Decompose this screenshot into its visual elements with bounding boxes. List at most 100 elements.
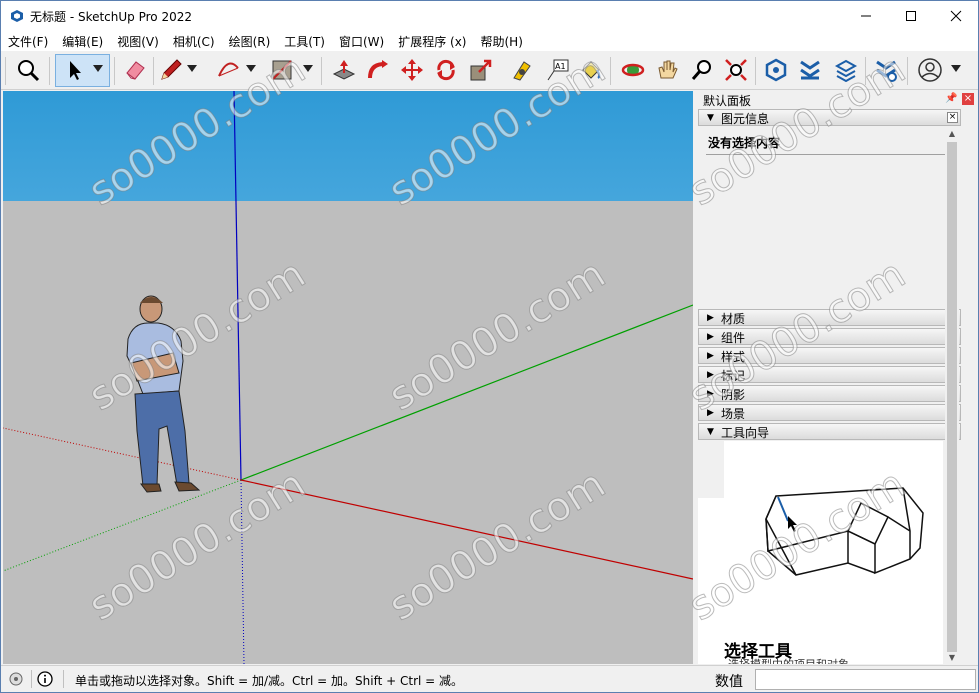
menu-extensions[interactable]: 扩展程序 (x) bbox=[391, 31, 473, 51]
orbit-button[interactable] bbox=[618, 54, 648, 86]
rotate-button[interactable] bbox=[431, 54, 461, 86]
account-button[interactable] bbox=[915, 54, 945, 86]
tray-title: 默认面板 bbox=[703, 94, 752, 108]
sketchup-window: 无标题 - SketchUp Pro 2022 文件(F) 编辑(E) 视图(V… bbox=[0, 0, 979, 693]
rectangle-icon bbox=[272, 60, 292, 80]
move-button[interactable] bbox=[397, 54, 427, 86]
scroll-thumb[interactable] bbox=[947, 142, 957, 652]
follow-me-icon bbox=[368, 60, 388, 79]
tape-measure-button[interactable] bbox=[507, 54, 537, 86]
menu-bar: 文件(F) 编辑(E) 视图(V) 相机(C) 绘图(R) 工具(T) 窗口(W… bbox=[1, 31, 978, 51]
rectangle-button[interactable] bbox=[267, 54, 297, 86]
menu-window[interactable]: 窗口(W) bbox=[332, 31, 391, 51]
select-icon bbox=[70, 61, 81, 80]
scroll-down-icon[interactable]: ▼ bbox=[947, 653, 957, 663]
red-axis bbox=[240, 479, 693, 580]
menu-edit[interactable]: 编辑(E) bbox=[55, 31, 110, 51]
tray-styles[interactable]: ▶ 样式 × bbox=[698, 347, 961, 364]
drawing-viewport[interactable] bbox=[3, 91, 693, 664]
rectangle-dropdown-icon[interactable] bbox=[303, 65, 313, 72]
text-button[interactable]: A1 bbox=[542, 54, 572, 86]
menu-file[interactable]: 文件(F) bbox=[1, 31, 55, 51]
warehouse-button[interactable] bbox=[761, 54, 791, 86]
green-axis-negative bbox=[3, 479, 242, 572]
text-icon: A1 bbox=[547, 59, 569, 81]
tray-instructor[interactable]: ▼ 工具向导 × bbox=[698, 423, 961, 440]
menu-camera[interactable]: 相机(C) bbox=[166, 31, 222, 51]
eraser-button[interactable] bbox=[120, 54, 150, 86]
tray-scenes[interactable]: ▶ 场景 × bbox=[698, 404, 961, 421]
paint-bucket-button[interactable] bbox=[576, 54, 606, 86]
eraser-icon bbox=[126, 61, 145, 80]
extension-manager-button[interactable] bbox=[871, 54, 901, 86]
tray-close-button[interactable]: × bbox=[962, 93, 974, 105]
tray-tags[interactable]: ▶ 标记 × bbox=[698, 366, 961, 383]
pin-icon[interactable]: 📌 bbox=[945, 93, 957, 105]
arc-dropdown-icon[interactable] bbox=[246, 65, 256, 72]
tray-materials[interactable]: ▶ 材质 × bbox=[698, 309, 961, 326]
default-tray: 默认面板 📌 × ▼ 图元信息 × 没有选择内容 ▶ 材质 × ▶ 组件 × ▶… bbox=[696, 91, 978, 664]
divider bbox=[706, 154, 956, 155]
pan-button[interactable] bbox=[652, 54, 682, 86]
info-icon[interactable] bbox=[37, 671, 53, 687]
tray-header: 默认面板 📌 × bbox=[696, 91, 978, 109]
text-tool-glyph: A1 bbox=[555, 62, 566, 71]
select-dropdown-icon[interactable] bbox=[93, 65, 103, 72]
maximize-button[interactable] bbox=[888, 1, 933, 31]
follow-me-button[interactable] bbox=[363, 54, 393, 86]
move-icon bbox=[401, 59, 423, 81]
zoom-button[interactable] bbox=[13, 54, 43, 86]
zoom-window-icon bbox=[691, 60, 711, 80]
blue-axis-negative bbox=[240, 479, 245, 664]
expand-triangle-icon: ▶ bbox=[707, 408, 714, 418]
menu-view[interactable]: 视图(V) bbox=[110, 31, 166, 51]
layout-icon bbox=[834, 59, 858, 82]
axes-and-model bbox=[3, 91, 693, 664]
tray-shadows[interactable]: ▶ 阴影 × bbox=[698, 385, 961, 402]
extension-warehouse-icon bbox=[800, 60, 820, 80]
rotate-icon bbox=[437, 59, 455, 81]
account-dropdown-icon[interactable] bbox=[951, 65, 961, 72]
pencil-dropdown-icon[interactable] bbox=[187, 65, 197, 72]
entity-info-content: 没有选择内容 bbox=[698, 127, 961, 307]
layout-button[interactable] bbox=[831, 54, 861, 86]
menu-draw[interactable]: 绘图(R) bbox=[222, 31, 278, 51]
status-bar: 单击或拖动以选择对象。Shift = 加/减。Ctrl = 加。Shift + … bbox=[1, 665, 978, 692]
close-icon[interactable]: × bbox=[947, 112, 958, 123]
push-pull-button[interactable] bbox=[329, 54, 359, 86]
tray-entity-info[interactable]: ▼ 图元信息 × bbox=[698, 109, 961, 126]
scroll-up-icon[interactable]: ▲ bbox=[947, 129, 957, 139]
extension-manager-icon bbox=[876, 60, 897, 82]
window-title: 无标题 - SketchUp Pro 2022 bbox=[30, 10, 192, 24]
menu-help[interactable]: 帮助(H) bbox=[473, 31, 529, 51]
close-icon bbox=[950, 10, 961, 22]
close-button[interactable] bbox=[933, 1, 978, 31]
menu-tools[interactable]: 工具(T) bbox=[277, 31, 332, 51]
expand-triangle-icon: ▶ bbox=[707, 389, 714, 399]
collapse-triangle-icon: ▼ bbox=[707, 113, 714, 123]
minimize-button[interactable] bbox=[843, 1, 888, 31]
zoom-extents-button[interactable] bbox=[721, 54, 751, 86]
push-pull-icon bbox=[332, 60, 356, 80]
expand-triangle-icon: ▶ bbox=[707, 332, 714, 342]
red-axis-negative bbox=[3, 427, 242, 481]
warehouse-icon bbox=[765, 58, 787, 82]
paint-bucket-icon bbox=[582, 61, 601, 79]
expand-triangle-icon: ▶ bbox=[707, 351, 714, 361]
arc-button[interactable] bbox=[213, 54, 243, 86]
sketchup-app-icon bbox=[11, 10, 23, 22]
instructor-content: 选择工具 选择模型中的项目和对象 bbox=[698, 441, 943, 664]
green-axis bbox=[240, 304, 693, 481]
zoom-window-button[interactable] bbox=[687, 54, 717, 86]
expand-triangle-icon: ▶ bbox=[707, 370, 714, 380]
scale-button[interactable] bbox=[466, 54, 496, 86]
pencil-button[interactable] bbox=[156, 54, 186, 86]
geo-location-icon[interactable] bbox=[9, 672, 23, 686]
extension-warehouse-button[interactable] bbox=[795, 54, 825, 86]
measurements-input[interactable] bbox=[755, 669, 976, 690]
account-icon bbox=[918, 58, 942, 82]
pencil-icon bbox=[161, 59, 182, 80]
select-button[interactable] bbox=[59, 54, 89, 86]
minimize-icon bbox=[860, 15, 871, 17]
tray-components[interactable]: ▶ 组件 × bbox=[698, 328, 961, 345]
